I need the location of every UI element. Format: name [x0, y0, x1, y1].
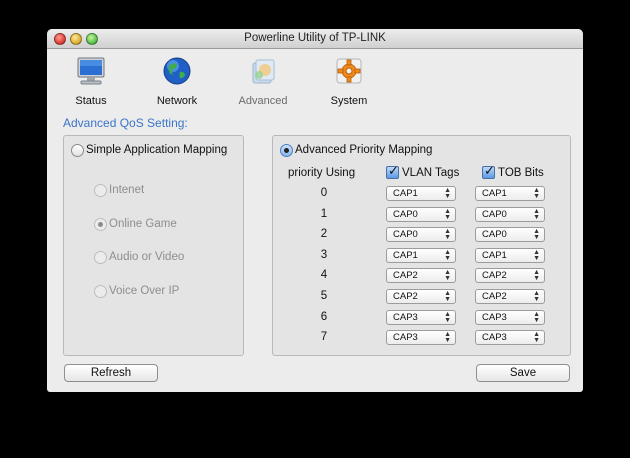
monitor-icon [77, 57, 105, 85]
select-arrows-icon: ▲ ▼ [533, 228, 540, 242]
tob-cap-select[interactable]: CAP3 ▲ ▼ [475, 309, 545, 325]
tob-cap-value: CAP2 [482, 270, 507, 282]
toolbar-system-label: System [330, 95, 368, 107]
vlan-cap-value: CAP1 [393, 249, 418, 261]
tob-cap-value: CAP0 [482, 229, 507, 241]
select-arrows-icon: ▲ ▼ [444, 207, 451, 221]
priority-using-header: priority Using [288, 167, 356, 179]
tob-cap-select[interactable]: CAP2 ▲ ▼ [475, 268, 545, 284]
select-arrows-icon: ▲ ▼ [533, 207, 540, 221]
refresh-button[interactable]: Refresh [64, 364, 158, 382]
simple-mapping-panel: Simple Application Mapping Intenet Onlin… [63, 135, 244, 356]
select-arrows-icon: ▲ ▼ [533, 248, 540, 262]
option-radio-internet[interactable] [94, 184, 107, 197]
vlan-cap-select[interactable]: CAP3 ▲ ▼ [386, 309, 456, 325]
toolbar-network[interactable]: Network [147, 55, 207, 111]
vlan-cap-select[interactable]: CAP1 ▲ ▼ [386, 186, 456, 201]
option-label-internet: Intenet [109, 184, 145, 196]
tob-cap-value: CAP0 [482, 208, 507, 220]
toolbar-status-label: Status [75, 95, 107, 107]
select-arrows-icon: ▲ ▼ [444, 269, 451, 283]
gear-icon [336, 58, 362, 84]
vlan-cap-select[interactable]: CAP0 ▲ ▼ [386, 227, 456, 243]
tob-cap-select[interactable]: CAP1 ▲ ▼ [475, 186, 545, 201]
vlan-cap-select[interactable]: CAP3 ▲ ▼ [386, 330, 456, 346]
priority-number: 7 [320, 331, 328, 344]
title-bar[interactable]: Powerline Utility of TP-LINK [47, 29, 583, 49]
vlan-cap-select[interactable]: CAP2 ▲ ▼ [386, 268, 456, 284]
priority-number: 5 [320, 290, 328, 302]
vlan-cap-value: CAP0 [393, 229, 418, 241]
tob-bits-label: TOB Bits [498, 167, 544, 179]
vlan-cap-select[interactable]: CAP1 ▲ ▼ [386, 247, 456, 263]
select-arrows-icon: ▲ ▼ [533, 187, 540, 200]
tob-cap-value: CAP3 [482, 311, 507, 323]
option-radio-online-game[interactable] [94, 218, 107, 231]
advanced-mapping-panel: Advanced Priority Mapping priority Using… [272, 135, 571, 356]
tob-cap-select[interactable]: CAP0 ▲ ▼ [475, 227, 545, 243]
tob-cap-value: CAP1 [482, 188, 507, 199]
option-label-audio-video: Audio or Video [109, 251, 185, 263]
tob-cap-select[interactable]: CAP1 ▲ ▼ [475, 247, 545, 263]
select-arrows-icon: ▲ ▼ [444, 310, 451, 324]
tob-cap-select[interactable]: CAP2 ▲ ▼ [475, 289, 545, 304]
select-arrows-icon: ▲ ▼ [533, 331, 540, 345]
select-arrows-icon: ▲ ▼ [533, 269, 540, 283]
option-radio-voip[interactable] [94, 285, 107, 298]
priority-number: 1 [320, 207, 328, 220]
priority-number: 3 [320, 248, 328, 261]
select-arrows-icon: ▲ ▼ [444, 228, 451, 242]
window-title: Powerline Utility of TP-LINK [244, 32, 386, 44]
toolbar-network-label: Network [156, 95, 198, 107]
app-window: Powerline Utility of TP-LINK Status Netw… [47, 29, 583, 392]
priority-number: 2 [320, 228, 328, 241]
select-arrows-icon: ▲ ▼ [444, 290, 451, 303]
vlan-tags-checkbox[interactable] [386, 164, 399, 179]
option-radio-audio-video[interactable] [94, 251, 107, 264]
priority-number: 6 [320, 310, 328, 323]
select-arrows-icon: ▲ ▼ [533, 290, 540, 303]
toolbar-system[interactable]: System [319, 55, 379, 111]
simple-mapping-label: Simple Application Mapping [86, 144, 228, 156]
tob-bits-checkbox[interactable] [482, 164, 495, 179]
advanced-icon [252, 59, 275, 84]
select-arrows-icon: ▲ ▼ [444, 187, 451, 200]
toolbar-status[interactable]: Status [61, 55, 121, 111]
toolbar-advanced[interactable]: Advanced [233, 55, 293, 111]
vlan-cap-value: CAP3 [393, 332, 418, 344]
select-arrows-icon: ▲ ▼ [444, 331, 451, 345]
select-arrows-icon: ▲ ▼ [444, 248, 451, 262]
select-arrows-icon: ▲ ▼ [533, 310, 540, 324]
tob-cap-select[interactable]: CAP3 ▲ ▼ [475, 330, 545, 346]
vlan-cap-select[interactable]: CAP0 ▲ ▼ [386, 206, 456, 222]
vlan-cap-value: CAP2 [393, 291, 418, 302]
save-button[interactable]: Save [476, 364, 570, 382]
tob-cap-value: CAP1 [482, 249, 507, 261]
advanced-mapping-radio[interactable] [280, 144, 293, 157]
option-label-voip: Voice Over IP [109, 285, 180, 297]
vlan-cap-select[interactable]: CAP2 ▲ ▼ [386, 289, 456, 304]
toolbar-advanced-label: Advanced [238, 95, 288, 107]
vlan-tags-label: VLAN Tags [402, 167, 460, 179]
simple-mapping-radio[interactable] [71, 144, 84, 157]
option-label-online-game: Online Game [109, 218, 177, 230]
advanced-mapping-label: Advanced Priority Mapping [295, 144, 433, 156]
tob-cap-value: CAP3 [482, 332, 507, 344]
section-title: Advanced QoS Setting: [63, 116, 188, 130]
vlan-cap-value: CAP1 [393, 188, 418, 199]
vlan-cap-value: CAP3 [393, 311, 418, 323]
vlan-cap-value: CAP2 [393, 270, 418, 282]
tob-cap-select[interactable]: CAP0 ▲ ▼ [475, 206, 545, 222]
tob-cap-value: CAP2 [482, 291, 507, 302]
globe-icon [163, 57, 191, 85]
priority-number: 0 [320, 187, 328, 199]
priority-number: 4 [320, 269, 328, 282]
vlan-cap-value: CAP0 [393, 208, 418, 220]
